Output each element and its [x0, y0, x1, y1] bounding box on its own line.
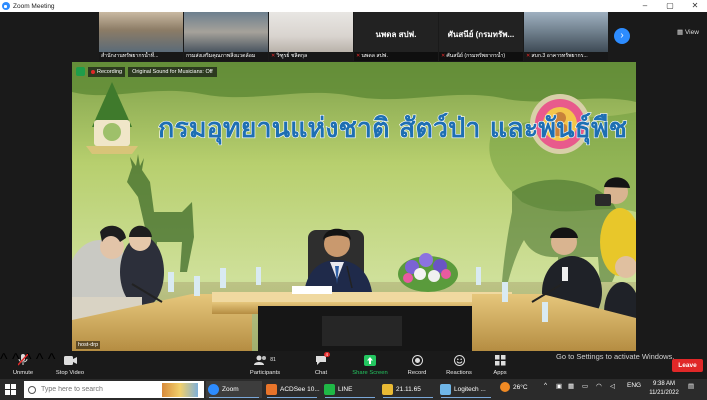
share-screen-label: Share Screen [352, 370, 388, 376]
main-video[interactable]: กรมอุทยานแห่งชาติ สัตว์ป่า และพันธุ์พืช [72, 62, 636, 351]
weather-sun-icon [500, 382, 510, 392]
input-language[interactable]: ENG [627, 382, 641, 389]
search-icon [28, 385, 36, 394]
clock-date: 11/21/2022 [649, 390, 679, 396]
maximize-button[interactable]: ▢ [658, 0, 682, 12]
apps-label: Apps [493, 370, 507, 376]
chat-label: Chat [314, 370, 328, 376]
record-icon [411, 354, 423, 366]
meeting-room-scene: กรมอุทยานแห่งชาติ สัตว์ป่า และพันธุ์พืช [72, 62, 636, 351]
muted-mic-icon: ✕ [441, 53, 446, 59]
folder-icon [382, 384, 393, 395]
weather-widget[interactable]: 26°C [500, 382, 528, 392]
recording-dot-icon [91, 69, 95, 74]
audio-options-caret-icon[interactable]: ^ [0, 351, 8, 368]
stop-video-label: Stop Video [55, 370, 85, 376]
windows-start-icon[interactable] [5, 384, 16, 395]
participant-name: ✕วิฑูรย์ ชลิตกุล [269, 52, 353, 61]
participants-count: 81 [270, 357, 276, 363]
tray-overflow-caret-icon[interactable]: ^ [544, 382, 547, 389]
muted-mic-icon [18, 354, 28, 366]
participant-display-name: นพดล สปฟ. [375, 30, 417, 39]
volume-icon[interactable]: ◁ [610, 382, 615, 390]
participant-tile[interactable]: ศันสนีย์ (กรมทรัพ... ✕ศันสนีย์ (กรมทรัพย… [439, 12, 523, 61]
taskbar-news-widget[interactable] [160, 381, 200, 398]
share-screen-button[interactable]: Share Screen [348, 353, 392, 379]
share-screen-icon [364, 354, 376, 366]
participants-button[interactable]: 81 Participants [246, 353, 284, 379]
participant-name: ✕ศันสนีย์ (กรมทรัพยากรน้ำ) [439, 52, 523, 61]
acdsee-app-icon [266, 384, 277, 395]
title-bar: Zoom Meeting – ▢ ✕ [0, 0, 707, 12]
zoom-app-icon [208, 384, 219, 395]
apps-button[interactable]: Apps [488, 353, 512, 379]
chat-button[interactable]: 4 Chat [306, 352, 336, 379]
unmute-button[interactable]: Unmute [8, 353, 38, 379]
notifications-icon[interactable]: ▤ [688, 382, 694, 390]
activate-windows-watermark: Go to Settings to activate Windows. [556, 352, 675, 361]
taskbar-app-logitech[interactable]: Logitech ... [438, 381, 494, 398]
record-button[interactable]: Record [404, 353, 430, 379]
system-clock[interactable]: 9:38 AM 11/21/2022 [645, 380, 683, 398]
participant-name: ✕สบก.3 อาคารทรัพยากร... [524, 52, 608, 61]
taskbar-app-acdsee[interactable]: ACDSee 10... [264, 381, 320, 398]
zoom-logo-icon [2, 2, 10, 10]
participant-tile[interactable]: กรมส่งเสริมคุณภาพสิ่งแวดล้อม [184, 12, 268, 61]
view-button[interactable]: ▦ View [677, 28, 699, 36]
clock-time: 9:38 AM [652, 381, 675, 387]
banner-text: กรมอุทยานแห่งชาติ สัตว์ป่า และพันธุ์พืช [158, 112, 627, 145]
gallery-strip: สำนักงานทรัพยากรน้ำที่... กรมส่งเสริมคุณ… [0, 12, 707, 62]
logitech-app-icon [440, 384, 451, 395]
stop-video-button[interactable]: Stop Video [52, 353, 88, 379]
network-icon[interactable]: ▭ [582, 382, 588, 390]
participant-video [99, 12, 183, 52]
muted-mic-icon: ✕ [526, 53, 531, 59]
recording-indicator[interactable]: Recording [88, 66, 126, 77]
taskbar-app-folder[interactable]: 21.11.65 [380, 381, 436, 398]
window-title: Zoom Meeting [13, 2, 55, 10]
zoom-window: Zoom Meeting – ▢ ✕ สำนักงานทรัพยากรน้ำที… [0, 0, 707, 400]
smiley-icon [453, 354, 465, 366]
close-window-button[interactable]: ✕ [683, 0, 707, 12]
participant-tile[interactable]: สำนักงานทรัพยากรน้ำที่... [99, 12, 183, 61]
participant-name: ✕นพดล สปฟ. [354, 52, 438, 61]
leave-button[interactable]: Leave [672, 359, 703, 372]
muted-mic-icon: ✕ [356, 53, 361, 59]
taskbar-app-line[interactable]: LINE [322, 381, 378, 398]
host-name-label: host-drp [76, 341, 101, 349]
line-app-icon [324, 384, 335, 395]
original-sound-status[interactable]: Original Sound for Musicians: Off [128, 66, 217, 77]
taskbar-app-zoom[interactable]: Zoom [206, 381, 262, 398]
recording-status: Recording Original Sound for Musicians: … [76, 66, 217, 77]
video-camera-icon [63, 355, 77, 365]
tray-app-icon[interactable]: ▦ [568, 382, 574, 390]
news-widget-icon [162, 382, 198, 397]
participants-label: Participants [249, 370, 281, 376]
next-page-arrow-icon[interactable]: › [614, 28, 630, 44]
participant-tile[interactable]: นพดล สปฟ. ✕นพดล สปฟ. [354, 12, 438, 61]
participant-video [269, 12, 353, 52]
reactions-label: Reactions [446, 370, 472, 376]
apps-grid-icon [494, 354, 505, 365]
chat-unread-badge: 4 [324, 352, 330, 357]
participant-name: กรมส่งเสริมคุณภาพสิ่งแวดล้อม [184, 52, 268, 61]
participants-icon [254, 355, 267, 365]
minimize-button[interactable]: – [633, 0, 657, 12]
unmute-label: Unmute [12, 370, 34, 376]
participant-video [184, 12, 268, 52]
participant-tile[interactable]: ✕สบก.3 อาคารทรัพยากร... [524, 12, 608, 61]
participant-display-name: ศันสนีย์ (กรมทรัพ... [447, 30, 515, 39]
encryption-shield-icon [76, 67, 85, 76]
participant-tile[interactable]: ✕วิฑูรย์ ชลิตกุล [269, 12, 353, 61]
record-label: Record [407, 370, 427, 376]
participant-video [524, 12, 608, 52]
presenter [304, 228, 372, 292]
muted-mic-icon: ✕ [271, 53, 276, 59]
windows-taskbar: Zoom ACDSee 10... LINE 21.11.65 Logitech… [0, 379, 707, 400]
participant-name: สำนักงานทรัพยากรน้ำที่... [99, 52, 183, 61]
tray-app-icon[interactable]: ▣ [556, 382, 562, 390]
wifi-icon[interactable]: ◠ [596, 382, 602, 390]
reactions-button[interactable]: Reactions [442, 353, 476, 379]
